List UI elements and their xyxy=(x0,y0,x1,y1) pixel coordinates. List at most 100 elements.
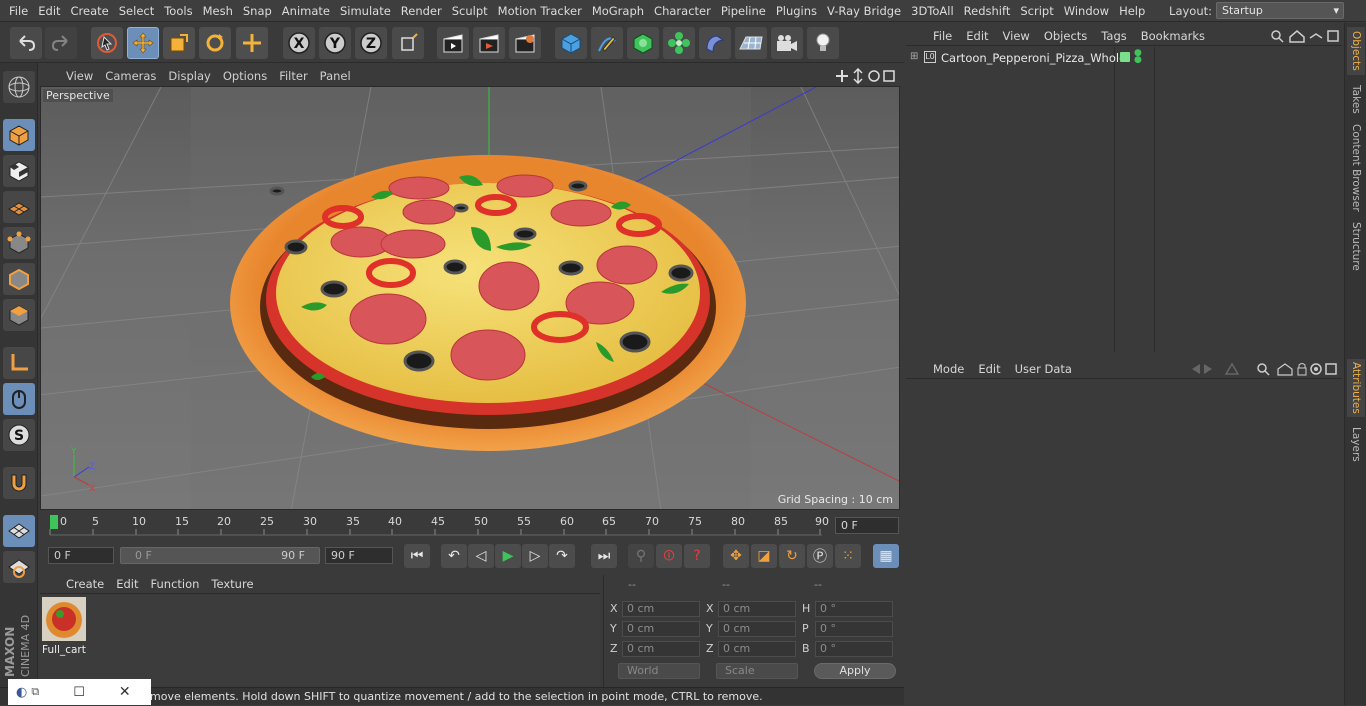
layout-select[interactable]: Startup xyxy=(1216,2,1344,19)
viewport-menu-cameras[interactable]: Cameras xyxy=(99,69,162,83)
render-view-button[interactable] xyxy=(437,27,469,59)
menu-sculpt[interactable]: Sculpt xyxy=(447,4,493,18)
autokey-button[interactable]: ⏼ xyxy=(656,544,682,568)
tab-structure[interactable]: Structure xyxy=(1347,219,1365,273)
redo-button[interactable] xyxy=(45,27,77,59)
material-menu-function[interactable]: Function xyxy=(145,577,206,591)
object-menu-edit[interactable]: Edit xyxy=(959,29,995,43)
object-row[interactable]: ⊞ L0 Cartoon_Pepperoni_Pizza_Whole ● ● xyxy=(908,49,1338,69)
menu-window[interactable]: Window xyxy=(1059,4,1114,18)
cloner-button[interactable] xyxy=(663,27,695,59)
play-button[interactable]: ▶ xyxy=(495,544,521,568)
x-axis-lock-button[interactable]: X xyxy=(283,27,315,59)
make-editable-button[interactable] xyxy=(3,71,35,103)
texture-mode-button[interactable] xyxy=(3,155,35,187)
menu-render[interactable]: Render xyxy=(396,4,447,18)
magnet-snap-button[interactable] xyxy=(3,467,35,499)
apply-button[interactable]: Apply xyxy=(814,663,896,679)
object-menu-view[interactable]: View xyxy=(996,29,1037,43)
scale-tool-button[interactable] xyxy=(163,27,195,59)
material-menu-create[interactable]: Create xyxy=(60,577,110,591)
material-swatch[interactable]: Full_cart xyxy=(42,597,86,656)
attribute-manager-toolbar-icons[interactable] xyxy=(1190,362,1340,376)
previous-key-button[interactable]: ↶ xyxy=(441,544,467,568)
tab-attributes[interactable]: Attributes xyxy=(1347,359,1365,417)
size-x-field[interactable]: 0 cm xyxy=(718,601,796,617)
recent-tool-button[interactable] xyxy=(236,27,268,59)
object-menu-objects[interactable]: Objects xyxy=(1037,29,1094,43)
z-axis-lock-button[interactable]: Z xyxy=(355,27,387,59)
model-mode-button[interactable] xyxy=(3,119,35,151)
record-button[interactable]: ⚲ xyxy=(628,544,654,568)
maximize-icon[interactable]: ☐ xyxy=(73,685,85,700)
menu-simulate[interactable]: Simulate xyxy=(335,4,396,18)
object-name[interactable]: Cartoon_Pepperoni_Pizza_Whole xyxy=(941,51,1126,65)
timeline-ruler[interactable]: 0 5 10 15 20 25 30 35 40 45 50 55 60 65 … xyxy=(40,513,900,537)
coordinate-space-select[interactable]: World xyxy=(618,663,700,679)
menu-help[interactable]: Help xyxy=(1114,4,1150,18)
key-pla-button[interactable]: ⁙ xyxy=(835,544,861,568)
size-z-field[interactable]: 0 cm xyxy=(718,641,796,657)
viewport-menu-options[interactable]: Options xyxy=(217,69,273,83)
key-parameter-button[interactable]: Ⓟ xyxy=(807,544,833,568)
edges-mode-button[interactable] xyxy=(3,263,35,295)
tweak-mode-button[interactable] xyxy=(3,383,35,415)
polygons-mode-button[interactable] xyxy=(3,299,35,331)
workplane-rotate-button[interactable] xyxy=(3,551,35,583)
menu-plugins[interactable]: Plugins xyxy=(771,4,822,18)
next-frame-button[interactable]: ▷ xyxy=(522,544,548,568)
position-z-field[interactable]: 0 cm xyxy=(622,641,700,657)
y-axis-lock-button[interactable]: Y xyxy=(319,27,351,59)
rotation-b-field[interactable]: 0 ° xyxy=(815,641,893,657)
attribute-menu-edit[interactable]: Edit xyxy=(971,362,1007,376)
go-to-start-button[interactable]: ⏮ xyxy=(404,544,430,568)
rotate-tool-button[interactable] xyxy=(199,27,231,59)
perspective-viewport[interactable]: Y Z X Perspective Grid Spacing : 10 cm xyxy=(40,86,900,510)
visibility-dots-icon[interactable]: ● ● xyxy=(1134,49,1142,65)
position-x-field[interactable]: 0 cm xyxy=(622,601,700,617)
position-y-field[interactable]: 0 cm xyxy=(622,621,700,637)
size-mode-select[interactable]: Scale xyxy=(716,663,798,679)
size-y-field[interactable]: 0 cm xyxy=(718,621,796,637)
points-mode-button[interactable] xyxy=(3,227,35,259)
menu-motion-tracker[interactable]: Motion Tracker xyxy=(493,4,587,18)
menu-vray-bridge[interactable]: V-Ray Bridge xyxy=(822,4,906,18)
attribute-menu-user-data[interactable]: User Data xyxy=(1008,362,1079,376)
object-menu-tags[interactable]: Tags xyxy=(1094,29,1133,43)
menu-tools[interactable]: Tools xyxy=(159,4,197,18)
tab-takes[interactable]: Takes xyxy=(1347,79,1365,119)
live-selection-button[interactable] xyxy=(91,27,123,59)
keyframe-selection-button[interactable]: ? xyxy=(684,544,710,568)
layer-color-icon[interactable] xyxy=(1120,52,1130,62)
menu-edit[interactable]: Edit xyxy=(33,4,65,18)
end-frame-field[interactable]: 90 F xyxy=(325,547,393,564)
viewport-menu-view[interactable]: View xyxy=(60,69,99,83)
move-tool-button[interactable] xyxy=(127,27,159,59)
light-button[interactable] xyxy=(807,27,839,59)
rotation-h-field[interactable]: 0 ° xyxy=(815,601,893,617)
menu-redshift[interactable]: Redshift xyxy=(959,4,1016,18)
camera-button[interactable] xyxy=(771,27,803,59)
axis-mode-button[interactable] xyxy=(3,347,35,379)
object-menu-file[interactable]: File xyxy=(926,29,959,43)
go-to-end-button[interactable]: ⏭ xyxy=(591,544,617,568)
viewport-menu-display[interactable]: Display xyxy=(162,69,216,83)
material-menu-edit[interactable]: Edit xyxy=(110,577,144,591)
enable-grid-button[interactable] xyxy=(3,515,35,547)
material-menu-texture[interactable]: Texture xyxy=(205,577,259,591)
pen-spline-button[interactable] xyxy=(591,27,623,59)
timeline-window-button[interactable]: ▦ xyxy=(873,544,899,568)
menu-create[interactable]: Create xyxy=(66,4,114,18)
object-menu-bookmarks[interactable]: Bookmarks xyxy=(1134,29,1212,43)
restore-icon[interactable]: ⧉ xyxy=(31,685,39,699)
frame-range-slider[interactable]: 0 F 90 F xyxy=(120,547,320,564)
undo-button[interactable] xyxy=(10,27,42,59)
tab-objects[interactable]: Objects xyxy=(1347,27,1365,75)
rotation-p-field[interactable]: 0 ° xyxy=(815,621,893,637)
menu-character[interactable]: Character xyxy=(649,4,716,18)
close-icon[interactable]: ✕ xyxy=(119,684,131,700)
key-position-button[interactable]: ✥ xyxy=(723,544,749,568)
key-scale-button[interactable]: ◪ xyxy=(751,544,777,568)
next-key-button[interactable]: ↷ xyxy=(549,544,575,568)
viewport-menu-panel[interactable]: Panel xyxy=(314,69,357,83)
